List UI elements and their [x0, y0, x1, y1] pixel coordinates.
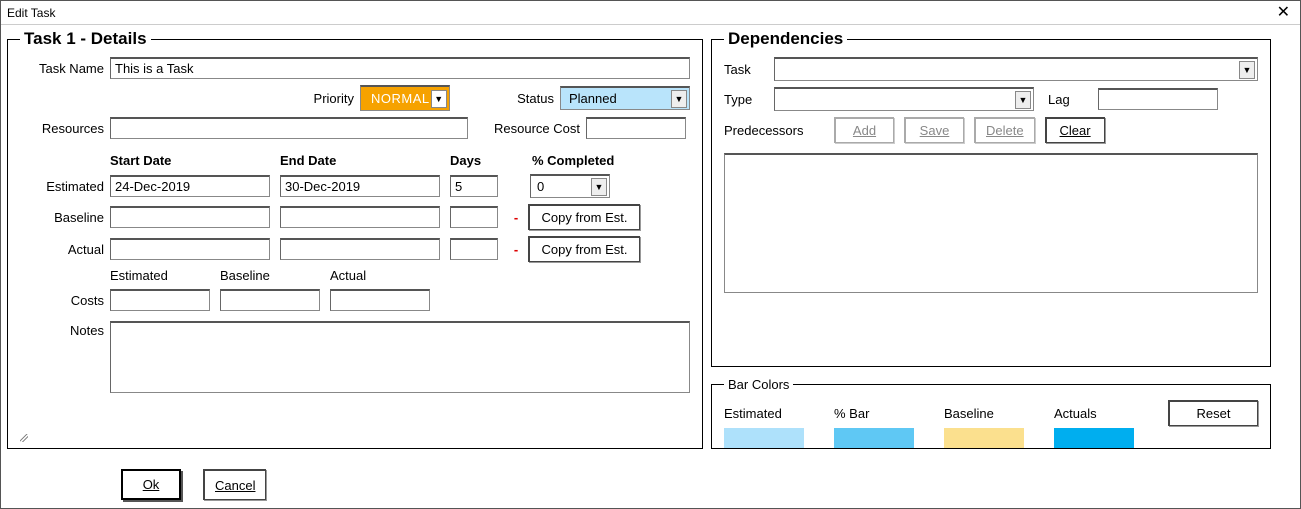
costs-actual-input[interactable]	[330, 289, 430, 311]
costs-label: Costs	[20, 293, 110, 308]
baseline-days-input[interactable]	[450, 206, 498, 228]
status-label: Status	[480, 91, 560, 106]
actual-start-input[interactable]	[110, 238, 270, 260]
dialog-footer: Ok Cancel	[121, 469, 266, 500]
dep-task-select[interactable]: ▼	[774, 57, 1258, 81]
bar-baseline-label: Baseline	[944, 406, 1054, 421]
baseline-row-label: Baseline	[20, 210, 110, 225]
notes-input[interactable]	[110, 321, 690, 393]
dep-task-label: Task	[724, 62, 774, 77]
baseline-end-input[interactable]	[280, 206, 440, 228]
swatch-pctbar[interactable]	[834, 428, 914, 448]
edit-task-window: Edit Task ✕ Task 1 - Details Task Name P…	[0, 0, 1301, 509]
pct-completed-value: 0	[537, 179, 544, 194]
resource-cost-label: Resource Cost	[476, 121, 586, 136]
baseline-copy-button[interactable]: Copy from Est.	[528, 204, 640, 230]
resources-label: Resources	[20, 121, 110, 136]
pct-completed-select[interactable]: 0 ▼	[530, 174, 610, 198]
task-details-panel: Task 1 - Details Task Name Priority NORM…	[7, 29, 703, 449]
bar-colors-legend: Bar Colors	[724, 377, 793, 392]
actual-row-label: Actual	[20, 242, 110, 257]
dep-save-button[interactable]: Save	[904, 117, 964, 143]
priority-label: Priority	[300, 91, 360, 106]
task-name-input[interactable]	[110, 57, 690, 79]
chevron-down-icon: ▼	[1015, 91, 1031, 109]
chevron-down-icon: ▼	[591, 178, 607, 196]
chevron-down-icon: ▼	[1239, 61, 1255, 79]
dep-lag-label: Lag	[1048, 92, 1098, 107]
notes-label: Notes	[20, 321, 110, 338]
dep-add-button[interactable]: Add	[834, 117, 894, 143]
dep-clear-button[interactable]: Clear	[1045, 117, 1105, 143]
priority-value: NORMAL	[371, 91, 430, 106]
swatch-estimated[interactable]	[724, 428, 804, 448]
swatch-actuals[interactable]	[1054, 428, 1134, 448]
bar-reset-button[interactable]: Reset	[1168, 400, 1258, 426]
ok-button[interactable]: Ok	[121, 469, 181, 500]
resources-input[interactable]	[110, 117, 468, 139]
estimated-start-input[interactable]	[110, 175, 270, 197]
estimated-days-input[interactable]	[450, 175, 498, 197]
costs-actual-header: Actual	[330, 268, 440, 283]
baseline-start-input[interactable]	[110, 206, 270, 228]
costs-estimated-input[interactable]	[110, 289, 210, 311]
actual-dash-icon: -	[504, 242, 528, 257]
predecessors-list[interactable]	[724, 153, 1258, 293]
actual-end-input[interactable]	[280, 238, 440, 260]
dep-delete-button[interactable]: Delete	[974, 117, 1035, 143]
dep-type-select[interactable]: ▼	[774, 87, 1034, 111]
actual-copy-button[interactable]: Copy from Est.	[528, 236, 640, 262]
costs-baseline-input[interactable]	[220, 289, 320, 311]
dependencies-legend: Dependencies	[724, 29, 847, 49]
window-title: Edit Task	[7, 6, 55, 20]
chevron-down-icon: ▼	[431, 90, 447, 108]
cancel-button[interactable]: Cancel	[203, 469, 266, 500]
baseline-dash-icon: -	[504, 210, 528, 225]
bar-estimated-label: Estimated	[724, 406, 834, 421]
resize-grip-icon	[20, 434, 28, 442]
content-area: Task 1 - Details Task Name Priority NORM…	[1, 25, 1300, 455]
dep-lag-input[interactable]	[1098, 88, 1218, 110]
bar-actuals-label: Actuals	[1054, 406, 1164, 421]
chevron-down-icon: ▼	[671, 90, 687, 108]
estimated-end-input[interactable]	[280, 175, 440, 197]
col-start-date: Start Date	[110, 153, 280, 168]
bar-colors-panel: Bar Colors Estimated % Bar Baseline Actu…	[711, 377, 1271, 449]
dependencies-panel: Dependencies Task ▼ Type ▼ Lag	[711, 29, 1271, 367]
resource-cost-input[interactable]	[586, 117, 686, 139]
task-name-label: Task Name	[20, 61, 110, 76]
priority-select[interactable]: NORMAL ▼	[360, 85, 450, 111]
costs-estimated-header: Estimated	[110, 268, 220, 283]
task-details-legend: Task 1 - Details	[20, 29, 151, 49]
swatch-baseline[interactable]	[944, 428, 1024, 448]
col-pct-completed: % Completed	[532, 153, 652, 168]
costs-baseline-header: Baseline	[220, 268, 330, 283]
col-end-date: End Date	[280, 153, 450, 168]
status-value: Planned	[569, 91, 617, 106]
predecessors-label: Predecessors	[724, 123, 834, 138]
estimated-row-label: Estimated	[20, 179, 110, 194]
dep-type-label: Type	[724, 92, 774, 107]
titlebar: Edit Task ✕	[1, 1, 1300, 25]
status-select[interactable]: Planned ▼	[560, 86, 690, 110]
actual-days-input[interactable]	[450, 238, 498, 260]
bar-pctbar-label: % Bar	[834, 406, 944, 421]
close-icon[interactable]: ✕	[1273, 5, 1294, 21]
col-days: Days	[450, 153, 510, 168]
